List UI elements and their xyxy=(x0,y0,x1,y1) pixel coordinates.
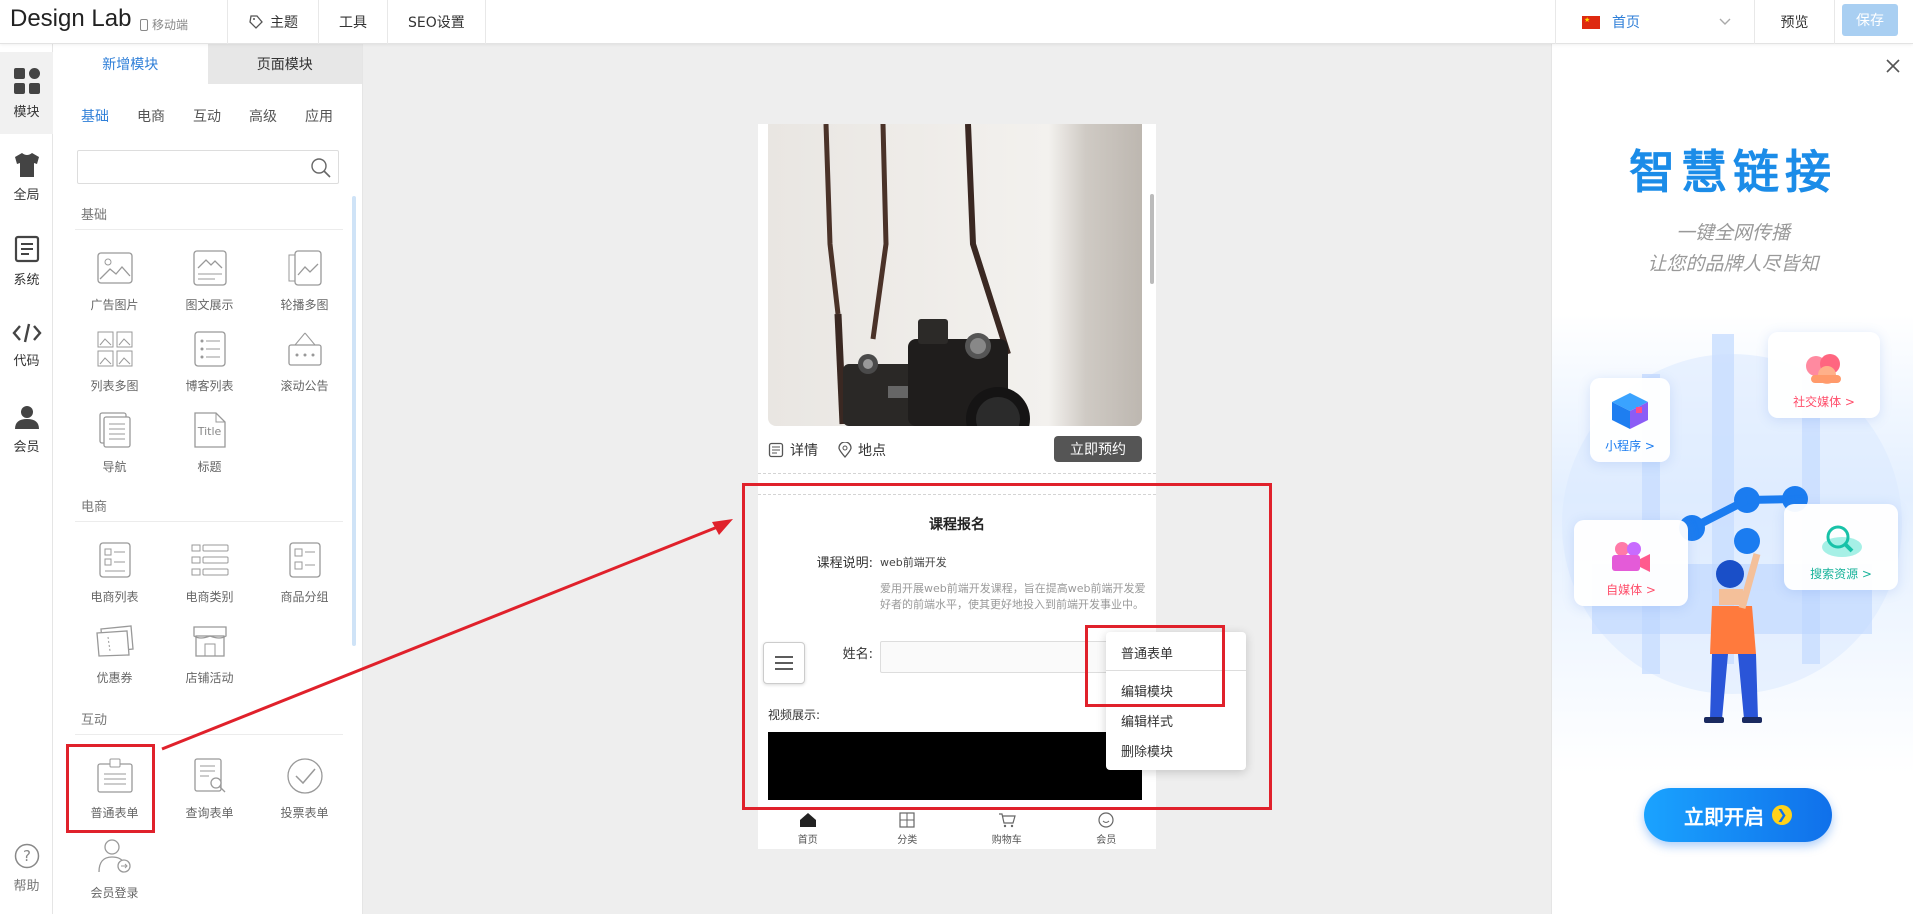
video-camera-icon xyxy=(1612,542,1650,572)
nav-theme[interactable]: 主题 xyxy=(227,0,318,44)
ad-panel: 智慧链接 一键全网传播 让您的品牌人尽皆知 小程序 > 社交媒体 > 自媒体 >… xyxy=(1551,44,1913,914)
ad-card-miniprogram[interactable]: 小程序 > xyxy=(1590,378,1670,462)
ad-card-label: 搜索资源 > xyxy=(1810,567,1872,581)
close-icon[interactable] xyxy=(1885,58,1901,74)
cube-icon xyxy=(1612,393,1648,429)
nav-theme-label: 主题 xyxy=(270,15,298,31)
ad-subtitle-1: 一键全网传播 xyxy=(1675,222,1790,244)
ad-card-label: 小程序 > xyxy=(1605,439,1655,453)
page-select[interactable]: 首页 xyxy=(1555,0,1755,44)
china-flag-icon xyxy=(1582,15,1600,29)
page-select-value: 首页 xyxy=(1612,15,1640,31)
chevron-down-icon xyxy=(1719,18,1731,25)
mobile-mode-toggle[interactable]: 移动端 xyxy=(140,16,188,33)
social-bubbles-icon xyxy=(1806,354,1841,384)
ad-card-self-media[interactable]: 自媒体 > xyxy=(1574,520,1688,606)
arrow-right-icon: ❯ xyxy=(1772,805,1792,825)
nav-tools[interactable]: 工具 xyxy=(318,0,387,44)
nav-seo-label: SEO设置 xyxy=(408,15,465,31)
app-logo: Design Lab xyxy=(10,5,132,32)
top-bar: Design Lab 移动端 主题 工具 SEO设置 首页 预览 保存 xyxy=(0,0,1913,44)
ad-card-search-resources[interactable]: 搜索资源 > xyxy=(1784,504,1898,590)
save-button[interactable]: 保存 xyxy=(1842,4,1898,36)
start-now-button[interactable]: 立即开启 ❯ xyxy=(1644,788,1832,842)
ad-card-label: 自媒体 > xyxy=(1606,583,1656,597)
mobile-mode-label: 移动端 xyxy=(152,18,189,32)
start-now-label: 立即开启 xyxy=(1684,804,1764,829)
ad-card-label: 社交媒体 > xyxy=(1793,395,1855,409)
ad-title: 智慧链接 xyxy=(1629,145,1837,199)
phone-icon xyxy=(140,19,148,31)
theme-icon xyxy=(249,15,263,29)
nav-seo[interactable]: SEO设置 xyxy=(387,0,486,44)
ad-subtitle-2: 让您的品牌人尽皆知 xyxy=(1647,253,1819,275)
search-cloud-icon xyxy=(1822,525,1862,557)
ad-card-social-media[interactable]: 社交媒体 > xyxy=(1768,332,1880,418)
preview-button[interactable]: 预览 xyxy=(1755,0,1835,44)
nav-tools-label: 工具 xyxy=(339,15,367,31)
top-nav: 主题 工具 SEO设置 xyxy=(227,0,486,44)
